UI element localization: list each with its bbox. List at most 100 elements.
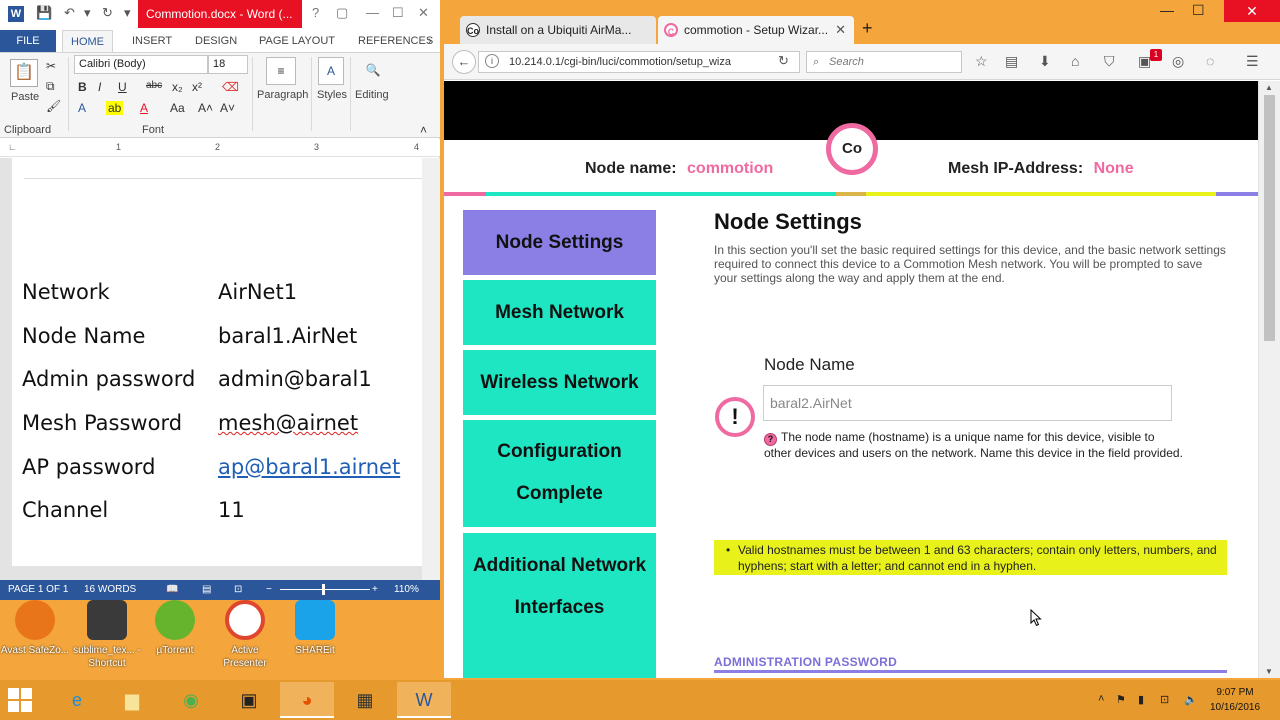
sync-icon[interactable]: ◎	[1172, 53, 1184, 70]
strikethrough-icon[interactable]: abc	[146, 80, 162, 91]
taskbar-word-icon[interactable]: W	[397, 682, 451, 718]
tab-file[interactable]: FILE	[0, 30, 56, 52]
tray-power-icon[interactable]: ▮	[1138, 693, 1144, 706]
tab-design[interactable]: DESIGN	[195, 30, 237, 52]
tray-network-icon[interactable]: ⊡	[1160, 693, 1169, 706]
minimize-icon[interactable]: —	[1160, 2, 1174, 18]
font-size-select[interactable]: 18	[208, 55, 248, 74]
url-bar[interactable]: i 10.214.0.1/cgi-bin/luci/commotion/setu…	[478, 51, 800, 73]
bookmark-star-icon[interactable]: ☆	[975, 53, 988, 70]
help-question-icon[interactable]: ?	[764, 433, 777, 446]
help-icon[interactable]: ?	[312, 5, 319, 20]
format-painter-icon[interactable]: 🖌	[46, 99, 61, 113]
scrollbar-thumb[interactable]	[1264, 95, 1275, 341]
tab-home[interactable]: HOME	[62, 30, 113, 52]
scroll-up-icon[interactable]: ▲	[1265, 83, 1273, 92]
pocket-icon[interactable]: ⛉	[1104, 53, 1115, 70]
page-vertical-scrollbar[interactable]: ▲ ▼	[1258, 81, 1280, 678]
doc-link[interactable]: ap@baral1.airnet	[218, 455, 400, 479]
ribbon-display-icon[interactable]: ▢	[336, 5, 348, 21]
taskbar-control-panel-icon[interactable]: ▦	[338, 682, 392, 718]
maximize-icon[interactable]: ☐	[392, 5, 404, 21]
undo-dropdown-icon[interactable]: ▾	[84, 5, 91, 21]
page-count[interactable]: PAGE 1 OF 1	[8, 584, 68, 595]
italic-icon[interactable]: I	[98, 80, 101, 94]
tab-insert[interactable]: INSERT	[132, 30, 172, 52]
bold-icon[interactable]: B	[78, 80, 87, 94]
underline-icon[interactable]: U	[118, 80, 127, 94]
tabs-scroll-right-icon[interactable]: ›	[428, 30, 432, 52]
close-icon[interactable]: ✕	[418, 5, 429, 21]
tab-page-layout[interactable]: PAGE LAYOUT	[259, 30, 335, 52]
zoom-slider-track[interactable]	[280, 589, 370, 590]
paste-icon[interactable]: 📋	[10, 59, 38, 87]
desktop-icon-shareit[interactable]: SHAREit	[280, 600, 350, 657]
scroll-down-icon[interactable]: ▼	[1265, 667, 1273, 676]
zoom-out-icon[interactable]: −	[266, 584, 272, 595]
site-info-icon[interactable]: i	[485, 54, 499, 68]
grow-font-icon[interactable]: A˄	[198, 101, 213, 115]
desktop-icon-sublime[interactable]: sublime_tex... - Shortcut	[72, 600, 142, 670]
tray-show-hidden-icon[interactable]: ˄	[1098, 693, 1104, 705]
node-name-input[interactable]: baral2.AirNet	[763, 385, 1172, 421]
tray-flag-icon[interactable]: ⚑	[1116, 693, 1126, 706]
restore-icon[interactable]: ☐	[1192, 2, 1205, 19]
back-icon[interactable]: ←	[452, 50, 476, 74]
redo-icon[interactable]: ↻	[102, 5, 113, 21]
word-count[interactable]: 16 WORDS	[84, 584, 136, 595]
desktop-icon-active-presenter[interactable]: Active Presenter	[210, 600, 280, 670]
styles-icon[interactable]: A	[318, 57, 344, 85]
extension-icon[interactable]: ◌	[1206, 53, 1214, 69]
document-page[interactable]: Network AirNet1 Node Name baral1.AirNet …	[12, 158, 422, 566]
word-vertical-scrollbar[interactable]	[422, 158, 440, 580]
menu-configuration-complete[interactable]: Configuration Complete	[463, 420, 656, 527]
save-icon[interactable]: 💾	[36, 5, 52, 21]
word-app-icon[interactable]: W	[8, 6, 24, 22]
menu-hamburger-icon[interactable]: ☰	[1246, 53, 1259, 70]
tab-stop-icon[interactable]: ∟	[8, 142, 17, 152]
clear-formatting-icon[interactable]: ⌫	[222, 80, 239, 94]
desktop-icon-utorrent[interactable]: µTorrent	[140, 600, 210, 657]
styles-label[interactable]: Styles	[317, 89, 347, 101]
close-window-icon[interactable]: ✕	[1224, 0, 1280, 22]
downloads-icon[interactable]: ⬇	[1039, 53, 1051, 70]
paste-label[interactable]: Paste	[11, 91, 39, 103]
menu-node-settings[interactable]: Node Settings	[463, 210, 656, 275]
taskbar-firefox-icon[interactable]: ◕	[280, 682, 334, 718]
zoom-in-icon[interactable]: +	[372, 584, 378, 595]
search-input[interactable]: ⌕ Search	[806, 51, 962, 73]
paragraph-label[interactable]: Paragraph	[257, 89, 308, 101]
desktop-icon-avast[interactable]: Avast SafeZo...	[0, 600, 70, 657]
superscript-icon[interactable]: x²	[192, 80, 202, 94]
menu-wireless-network[interactable]: Wireless Network	[463, 350, 656, 415]
subscript-icon[interactable]: x₂	[172, 80, 183, 94]
cut-icon[interactable]: ✂	[46, 59, 56, 73]
zoom-level[interactable]: 110%	[394, 584, 419, 595]
start-button[interactable]	[8, 688, 32, 712]
reading-list-icon[interactable]: ▤	[1005, 53, 1018, 70]
web-layout-icon[interactable]: ⊡	[234, 584, 242, 595]
taskbar-internet-explorer-icon[interactable]: e	[50, 682, 104, 718]
reload-icon[interactable]: ↻	[778, 53, 789, 69]
minimize-icon[interactable]: —	[366, 5, 379, 20]
editing-label[interactable]: Editing	[355, 89, 389, 101]
commotion-logo[interactable]: Co	[826, 123, 878, 175]
taskbar-app-icon[interactable]: ▣	[222, 682, 276, 718]
tab-references[interactable]: REFERENCES	[358, 30, 433, 52]
menu-mesh-network[interactable]: Mesh Network	[463, 280, 656, 345]
home-icon[interactable]: ⌂	[1071, 53, 1079, 69]
new-tab-icon[interactable]: +	[862, 18, 873, 39]
menu-additional-network-interfaces[interactable]: Additional Network Interfaces	[463, 533, 656, 678]
taskbar-chrome-icon[interactable]: ◉	[164, 682, 218, 718]
read-mode-icon[interactable]: 📖	[166, 584, 178, 595]
shrink-font-icon[interactable]: A˅	[220, 101, 235, 115]
collapse-ribbon-icon[interactable]: ˄	[420, 123, 427, 137]
tab-ubiquiti[interactable]: Co Install on a Ubiquiti AirMa...	[460, 16, 656, 44]
font-name-select[interactable]: Calibri (Body)	[74, 55, 208, 74]
undo-icon[interactable]: ↶	[64, 5, 75, 21]
binoculars-icon[interactable]: 🔍	[360, 57, 386, 85]
zoom-slider-thumb[interactable]	[322, 584, 325, 595]
print-layout-icon[interactable]: ▤	[202, 584, 211, 595]
system-clock[interactable]: 9:07 PM 10/16/2016	[1205, 685, 1265, 715]
copy-icon[interactable]: ⧉	[46, 79, 55, 94]
